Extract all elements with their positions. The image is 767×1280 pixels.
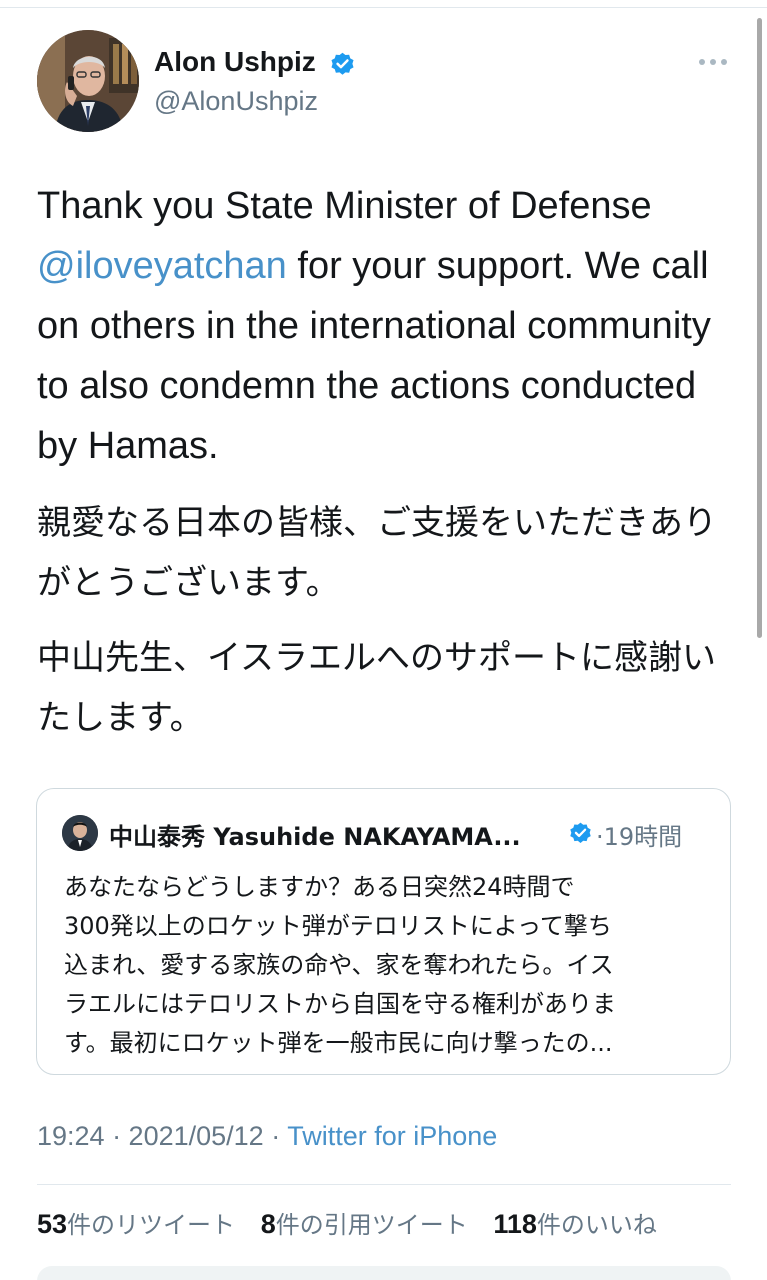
quoted-tweet-line: す。最初にロケット弾を一般市民に向け撃ったの... [64,1029,613,1057]
more-options-icon[interactable] [698,54,728,70]
mention-link[interactable]: @iloveyatchan [37,245,287,287]
quotes-label: 件の引用ツイート [275,1211,468,1239]
quoted-tweet-body: あなたならどうしますか？ある日突然24時間で 300発以上のロケット弾がテロリス… [64,868,714,1063]
tweet-metadata: 19:24 · 2021/05/12 · Twitter for iPhone [37,1121,497,1152]
retweets-count: 53 [37,1209,68,1239]
tweet-source-link[interactable]: Twitter for iPhone [287,1121,497,1151]
stats-divider [37,1184,731,1185]
quoted-author-avatar [62,815,98,851]
tweet-text-english: Thank you State Minister of Defense @ilo… [37,176,727,476]
quoted-tweet-line: あなたならどうしますか？ある日突然24時間で [64,873,575,901]
author-handle[interactable]: @AlonUshpiz [154,86,318,117]
scrollbar[interactable] [757,18,762,638]
quoted-tweet-line: ラエルにはテロリストから自国を守る権利がありま [64,990,616,1018]
likes-stat[interactable]: 118件のいいね [493,1209,657,1239]
quoted-verified-badge-icon [570,822,591,843]
quoted-author-avatar-photo [62,815,98,851]
likes-label: 件のいいね [536,1211,657,1239]
quotes-stat[interactable]: 8件の引用ツイート [260,1209,468,1239]
quoted-author-name: 中山泰秀 Yasuhide NAKAYAMA... [109,823,521,851]
quoted-tweet-line: 込まれ、愛する家族の命や、家を奪われたら。イス [64,951,614,979]
verified-badge-icon [331,52,354,75]
author-avatar[interactable] [37,30,139,132]
reply-bar[interactable] [37,1266,731,1280]
tweet-stats: 53件のリツイート 8件の引用ツイート 118件のいいね [37,1205,675,1240]
tweet-timestamp[interactable]: 19:24 · 2021/05/12 · [37,1121,287,1151]
tweet-text-japanese-2: 中山先生、イスラエルへのサポートに感謝いたします。 [37,638,716,738]
author-display-name[interactable]: Alon Ushpiz [154,46,316,78]
likes-count: 118 [493,1209,537,1239]
quotes-count: 8 [260,1209,276,1239]
tweet-text-prefix: Thank you State Minister of Defense [37,185,652,227]
tweet-text-japanese-1: 親愛なる日本の皆様、ご支援をいただきありがとうございます。 [37,503,717,603]
quoted-tweet-line: 300発以上のロケット弾がテロリストによって撃ち [64,912,612,940]
author-avatar-photo [37,30,139,132]
retweets-stat[interactable]: 53件のリツイート [37,1209,236,1239]
quoted-tweet-time: ·19時間 [596,823,683,851]
top-divider [0,7,767,8]
retweets-label: 件のリツイート [67,1211,236,1239]
quoted-tweet-card[interactable]: 中山泰秀 Yasuhide NAKAYAMA... ·19時間 あなたならどうし… [36,788,731,1075]
